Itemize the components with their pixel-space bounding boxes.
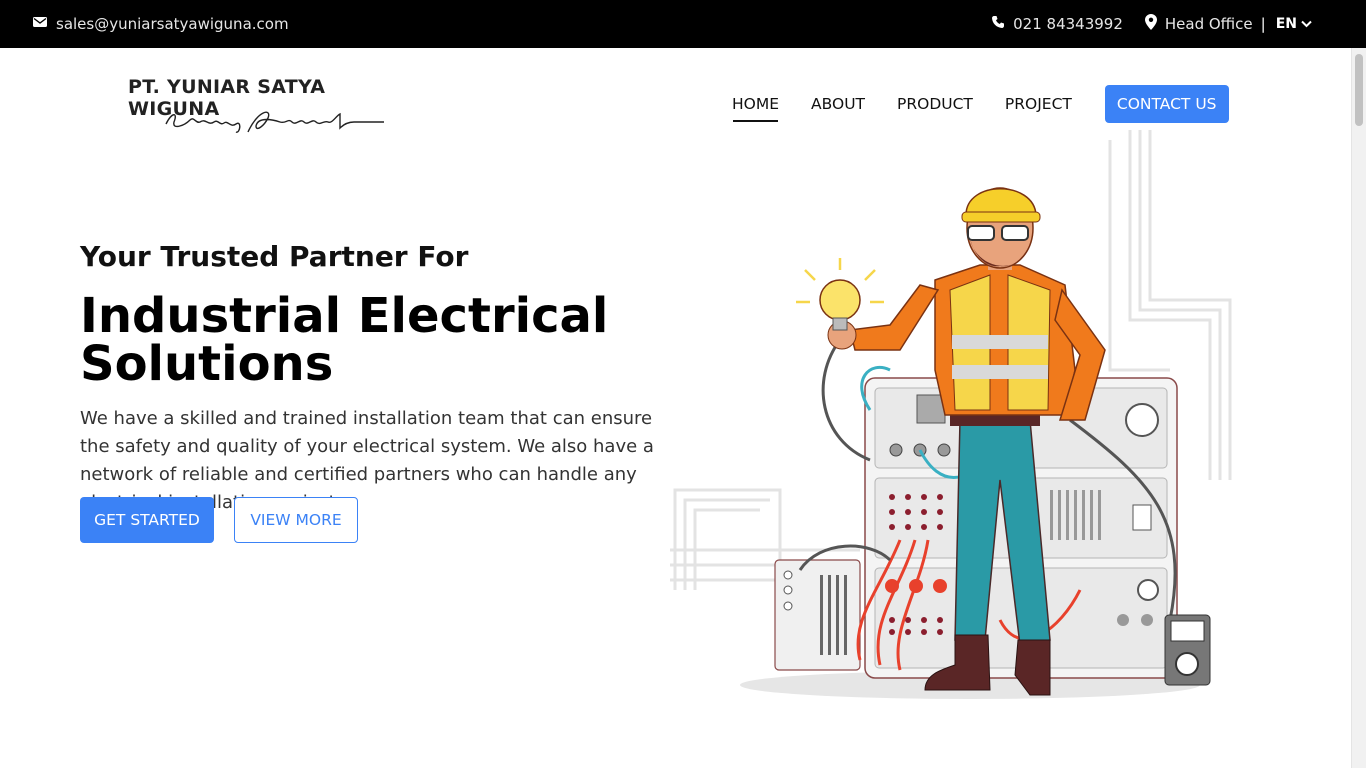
- view-more-button[interactable]: VIEW MORE: [234, 497, 358, 543]
- electrician-illustration: [670, 130, 1232, 699]
- divider: |: [1260, 15, 1266, 33]
- main-nav: HOME ABOUT PRODUCT PROJECT CONTACT US: [732, 85, 1229, 123]
- head-office-link[interactable]: Head Office: [1144, 14, 1253, 34]
- email-contact[interactable]: sales@yuniarsatyawiguna.com: [32, 0, 289, 48]
- language-code: EN: [1275, 16, 1297, 32]
- nav-about[interactable]: ABOUT: [811, 87, 865, 121]
- phone-contact[interactable]: 021 84343992: [991, 15, 1123, 33]
- email-text: sales@yuniarsatyawiguna.com: [56, 15, 289, 33]
- company-logo[interactable]: PT. YUNIAR SATYA WIGUNA: [128, 76, 418, 142]
- scrollbar-thumb[interactable]: [1355, 54, 1363, 126]
- location-pin-icon: [1144, 14, 1157, 34]
- phone-icon: [991, 15, 1005, 33]
- logo-signature: [165, 111, 384, 133]
- hero-buttons: GET STARTED VIEW MORE: [80, 497, 358, 543]
- location-text: Head Office: [1164, 15, 1253, 33]
- contact-us-button[interactable]: CONTACT US: [1104, 85, 1229, 123]
- hero-illustration: [670, 120, 1250, 720]
- mail-icon: [32, 15, 48, 33]
- language-selector[interactable]: EN: [1276, 16, 1312, 32]
- hero-title: Industrial Electrical Solutions: [80, 288, 609, 392]
- nav-project[interactable]: PROJECT: [1005, 87, 1072, 121]
- top-bar: sales@yuniarsatyawiguna.com 021 84343992…: [0, 0, 1366, 48]
- page-scrollbar[interactable]: [1351, 48, 1366, 768]
- phone-text: 021 84343992: [1013, 15, 1123, 33]
- chevron-down-icon: [1301, 16, 1312, 32]
- hero-subtitle: Your Trusted Partner For: [80, 240, 469, 273]
- nav-product[interactable]: PRODUCT: [897, 87, 973, 121]
- nav-home[interactable]: HOME: [732, 87, 779, 122]
- get-started-button[interactable]: GET STARTED: [80, 497, 214, 543]
